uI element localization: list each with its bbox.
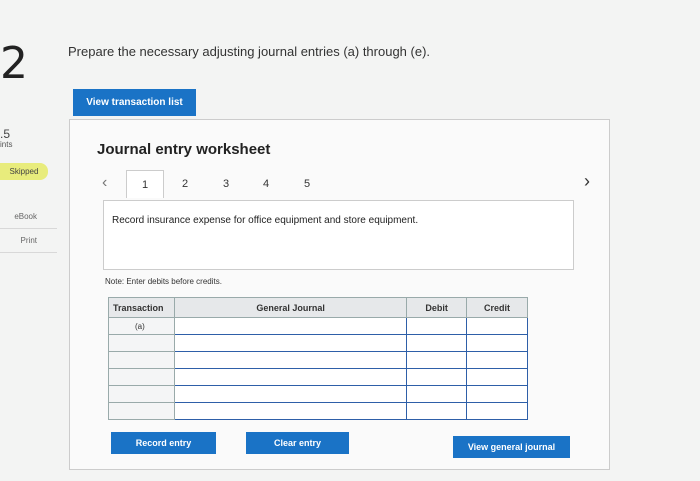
- transaction-cell: [108, 385, 175, 403]
- credit-input[interactable]: [466, 334, 528, 352]
- worksheet-title: Journal entry worksheet: [97, 141, 271, 158]
- credit-input[interactable]: [466, 368, 528, 386]
- entry-description: Record insurance expense for office equi…: [112, 215, 419, 226]
- debit-input[interactable]: [406, 402, 468, 420]
- points-value: .5: [0, 127, 11, 141]
- table-header-row: Transaction General Journal Debit Credit: [108, 297, 528, 318]
- print-link[interactable]: Print: [0, 229, 57, 253]
- table-row: [108, 368, 528, 386]
- chevron-right-icon[interactable]: ›: [584, 171, 590, 192]
- entry-description-box: Record insurance expense for office equi…: [103, 200, 574, 270]
- worksheet-tabs: ‹ 1 2 3 4 5 ›: [92, 170, 590, 198]
- column-header-credit: Credit: [466, 297, 528, 318]
- debit-input[interactable]: [406, 368, 468, 386]
- debit-input[interactable]: [406, 385, 468, 403]
- general-journal-input[interactable]: [173, 351, 408, 369]
- tab-1[interactable]: 1: [126, 170, 164, 198]
- column-header-transaction: Transaction: [108, 297, 175, 318]
- credit-input[interactable]: [466, 385, 528, 403]
- general-journal-input[interactable]: [173, 317, 408, 335]
- debits-credits-note: Note: Enter debits before credits.: [105, 277, 222, 286]
- transaction-cell: [108, 368, 175, 386]
- view-general-journal-button[interactable]: View general journal: [453, 436, 570, 458]
- general-journal-input[interactable]: [173, 385, 408, 403]
- ebook-link[interactable]: eBook: [0, 205, 57, 229]
- column-header-general-journal: General Journal: [173, 297, 408, 318]
- table-row: (a): [108, 317, 528, 335]
- question-number: 2: [0, 38, 28, 89]
- journal-table: Transaction General Journal Debit Credit…: [108, 297, 528, 420]
- chevron-left-icon[interactable]: ‹: [102, 174, 107, 192]
- table-row: [108, 402, 528, 420]
- transaction-cell: (a): [108, 317, 175, 335]
- credit-input[interactable]: [466, 317, 528, 335]
- view-transaction-list-button[interactable]: View transaction list: [73, 89, 196, 116]
- debit-input[interactable]: [406, 334, 468, 352]
- skipped-status-badge: Skipped: [0, 163, 48, 180]
- tab-4[interactable]: 4: [247, 170, 285, 198]
- record-entry-button[interactable]: Record entry: [111, 432, 216, 454]
- points-label: ints: [0, 140, 13, 149]
- credit-input[interactable]: [466, 402, 528, 420]
- journal-entry-worksheet-panel: Journal entry worksheet ‹ 1 2 3 4 5 › Re…: [69, 119, 610, 470]
- transaction-cell: [108, 402, 175, 420]
- table-row: [108, 351, 528, 369]
- general-journal-input[interactable]: [173, 334, 408, 352]
- debit-input[interactable]: [406, 351, 468, 369]
- transaction-cell: [108, 334, 175, 352]
- question-prompt: Prepare the necessary adjusting journal …: [68, 44, 431, 59]
- tab-5[interactable]: 5: [288, 170, 326, 198]
- column-header-debit: Debit: [406, 297, 468, 318]
- clear-entry-button[interactable]: Clear entry: [246, 432, 349, 454]
- table-row: [108, 385, 528, 403]
- tab-2[interactable]: 2: [166, 170, 204, 198]
- general-journal-input[interactable]: [173, 402, 408, 420]
- transaction-cell: [108, 351, 175, 369]
- tab-3[interactable]: 3: [207, 170, 245, 198]
- credit-input[interactable]: [466, 351, 528, 369]
- debit-input[interactable]: [406, 317, 468, 335]
- general-journal-input[interactable]: [173, 368, 408, 386]
- table-row: [108, 334, 528, 352]
